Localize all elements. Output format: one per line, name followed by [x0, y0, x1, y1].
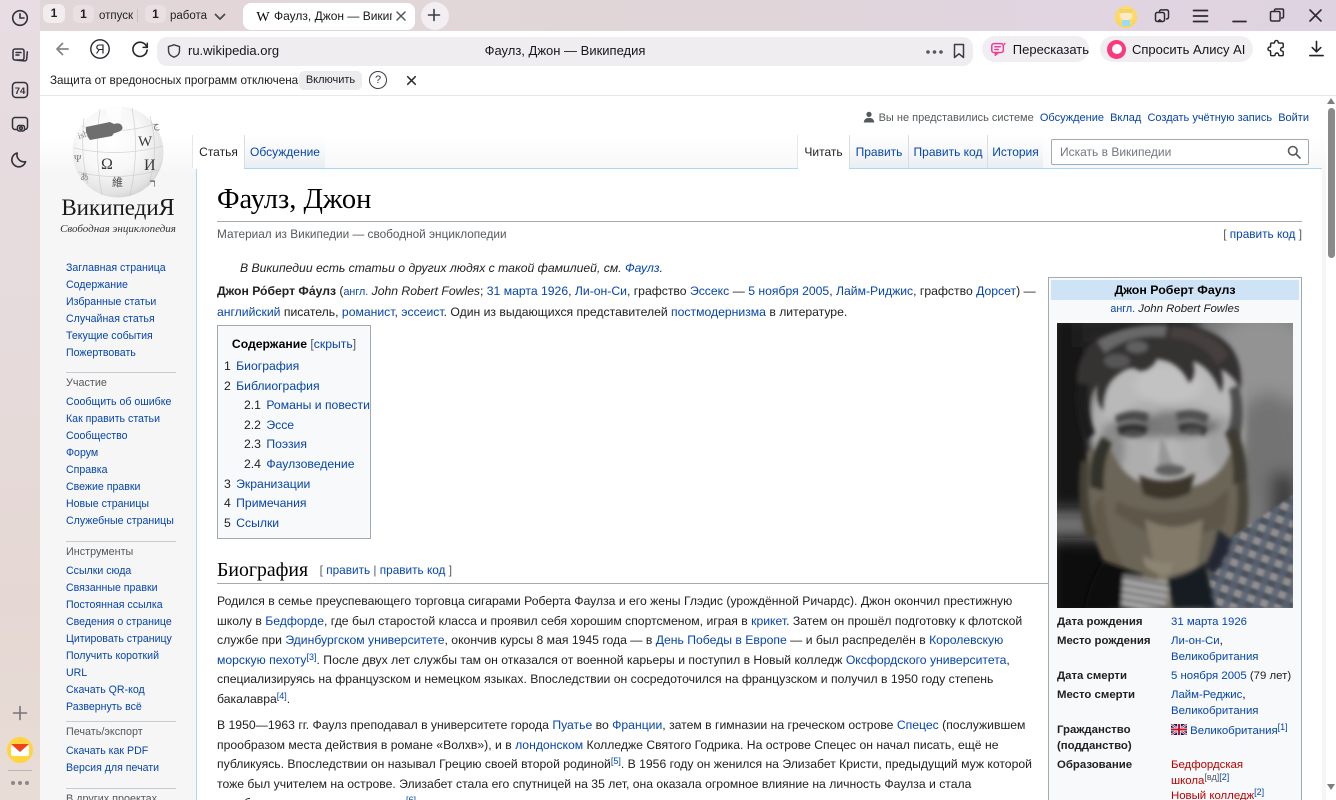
svg-text:ج: ج — [153, 120, 160, 131]
svg-text:W: W — [138, 134, 153, 150]
svg-text:あ: あ — [80, 172, 89, 182]
svg-text:Я: Я — [95, 42, 104, 57]
svg-text:74: 74 — [15, 86, 26, 97]
svg-text:ר: ר — [150, 176, 156, 190]
svg-text:維: 維 — [112, 176, 123, 189]
svg-text:W: W — [256, 10, 270, 24]
svg-text:И: И — [144, 157, 156, 174]
svg-text:Ω: Ω — [101, 156, 113, 173]
svg-text:Ψ: Ψ — [74, 154, 82, 165]
